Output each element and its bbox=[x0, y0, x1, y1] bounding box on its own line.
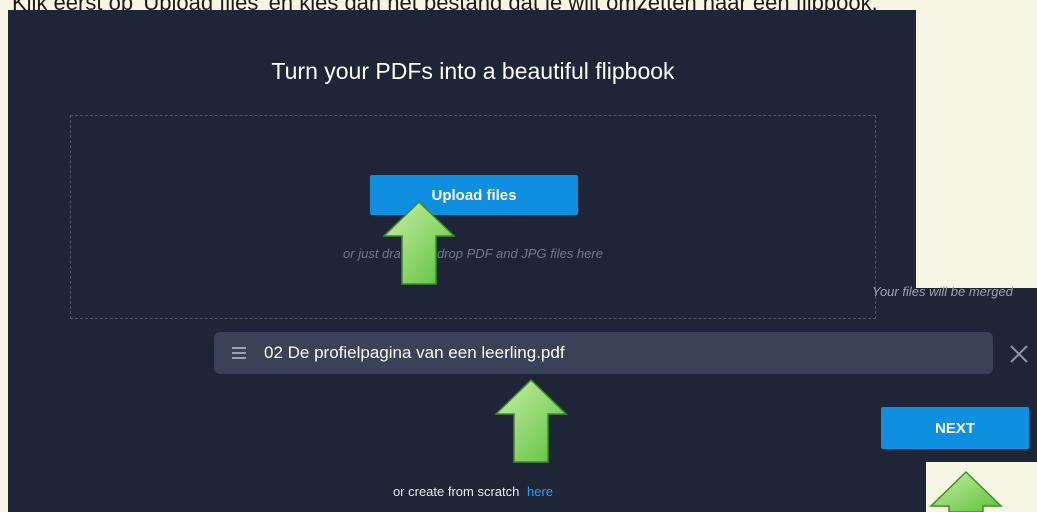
merge-note: Your files will be merged bbox=[872, 284, 1013, 299]
create-from-scratch: or create from scratch here bbox=[0, 484, 946, 499]
close-icon[interactable] bbox=[1008, 343, 1030, 365]
arrow-up-icon bbox=[929, 470, 1003, 512]
instruction-caption: Klik eerst op 'Upload files' en kies dan… bbox=[0, 0, 1037, 10]
file-list-item[interactable]: 02 De profielpagina van een leerling.pdf bbox=[214, 332, 993, 374]
arrow-up-icon bbox=[382, 200, 456, 285]
next-button[interactable]: NEXT bbox=[881, 407, 1029, 449]
drop-hint: or just drag and drop PDF and JPG files … bbox=[343, 246, 603, 261]
page-title: Turn your PDFs into a beautiful flipbook bbox=[271, 58, 675, 84]
file-name: 02 De profielpagina van een leerling.pdf bbox=[264, 343, 565, 362]
file-dropzone[interactable] bbox=[70, 115, 876, 319]
arrow-up-icon bbox=[494, 378, 568, 463]
create-from-scratch-link[interactable]: here bbox=[527, 484, 553, 499]
drag-handle-icon[interactable] bbox=[232, 347, 246, 359]
scratch-text: or create from scratch bbox=[392, 484, 520, 499]
